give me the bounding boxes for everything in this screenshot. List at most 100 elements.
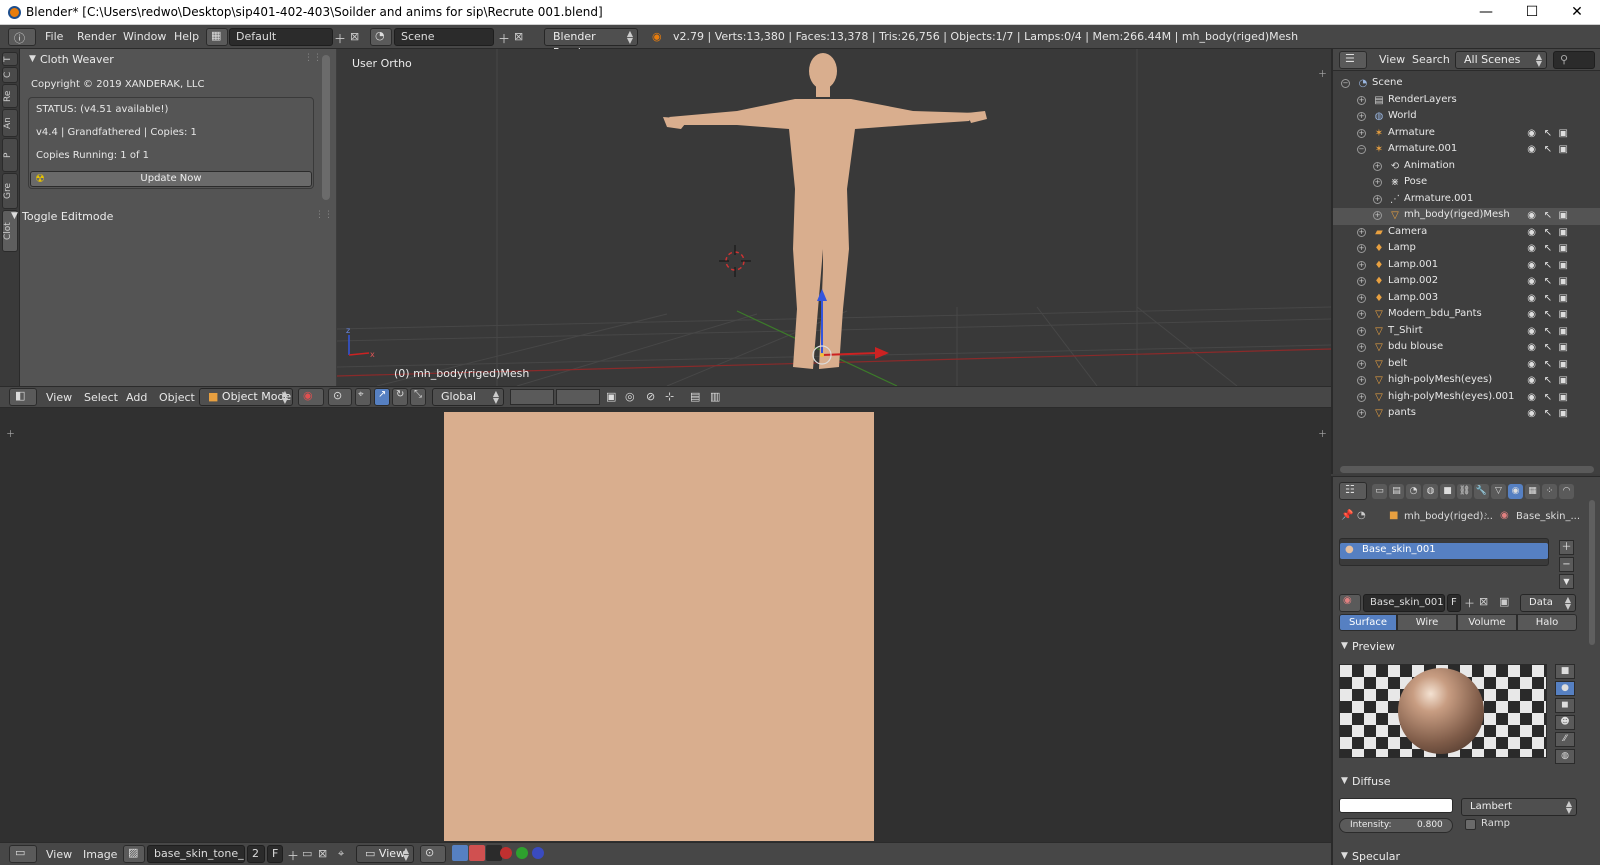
expand-toggle-icon[interactable]: + xyxy=(1357,112,1366,121)
editor-type-button[interactable]: ☷ xyxy=(1339,482,1367,500)
layout-remove-icon[interactable]: ⊠ xyxy=(350,30,359,43)
outliner-row[interactable]: + ♦ Lamp.001 ◉ ↖ ▣ xyxy=(1333,258,1600,275)
render-camera-icon[interactable]: ▣ xyxy=(1559,144,1568,155)
visibility-eye-icon[interactable]: ◉ xyxy=(1527,128,1536,139)
material-unlink-icon[interactable]: ⊠ xyxy=(1479,595,1488,608)
selectable-cursor-icon[interactable]: ↖ xyxy=(1544,342,1552,353)
object-tab-icon[interactable]: ■ xyxy=(1440,484,1455,499)
scale-toggle[interactable]: ⤡ xyxy=(410,388,426,406)
scene-browse-button[interactable]: ◔ xyxy=(370,28,392,46)
render-camera-icon[interactable]: ▣ xyxy=(1559,227,1568,238)
tab-volume[interactable]: Volume xyxy=(1457,614,1517,631)
outliner-row[interactable]: + ▽ T_Shirt ◉ ↖ ▣ xyxy=(1333,324,1600,341)
preview-cube-icon[interactable]: ◼ xyxy=(1555,698,1575,713)
material-fake-user[interactable]: F xyxy=(1447,594,1461,612)
menu-help[interactable]: Help xyxy=(174,30,199,43)
outliner-row[interactable]: + ▽ Modern_bdu_Pants ◉ ↖ ▣ xyxy=(1333,307,1600,324)
cloth-weaver-title[interactable]: Cloth Weaver xyxy=(40,53,114,66)
preview-flat-icon[interactable]: ■ xyxy=(1555,664,1575,679)
render-camera-icon[interactable]: ▣ xyxy=(1559,309,1568,320)
manipulator-toggle[interactable]: ⌖ xyxy=(355,388,371,406)
drag-handle-icon[interactable]: ⋮⋮ xyxy=(304,53,322,63)
blue-channel-icon[interactable] xyxy=(532,847,544,859)
collapse-triangle-icon[interactable]: ▼ xyxy=(1341,641,1348,651)
render-camera-icon[interactable]: ▣ xyxy=(1559,359,1568,370)
pin-icon[interactable]: 📌 xyxy=(1341,510,1353,521)
menu-render[interactable]: Render xyxy=(77,30,116,43)
tab-halo[interactable]: Halo xyxy=(1517,614,1577,631)
visibility-eye-icon[interactable]: ◉ xyxy=(1527,359,1536,370)
material-tab-icon[interactable]: ◉ xyxy=(1508,484,1523,499)
modifiers-tab-icon[interactable]: 🔧 xyxy=(1474,484,1489,499)
menu-add[interactable]: Add xyxy=(126,391,147,404)
outliner-row[interactable]: + ⋇ Pose xyxy=(1333,175,1600,192)
tool-panel-scrollbar[interactable] xyxy=(322,55,330,200)
selectable-cursor-icon[interactable]: ↖ xyxy=(1544,144,1552,155)
viewport-shading-button[interactable]: ◉ xyxy=(298,388,324,406)
visibility-eye-icon[interactable]: ◉ xyxy=(1527,293,1536,304)
selectable-cursor-icon[interactable]: ↖ xyxy=(1544,375,1552,386)
selectable-cursor-icon[interactable]: ↖ xyxy=(1544,243,1552,254)
expand-toggle-icon[interactable]: + xyxy=(1357,228,1366,237)
image-browse-button[interactable]: ▨ xyxy=(123,845,145,863)
render-camera-icon[interactable]: ▣ xyxy=(1559,326,1568,337)
physics-tab-icon[interactable]: ◠ xyxy=(1559,484,1574,499)
expand-toggle-icon[interactable]: + xyxy=(1357,294,1366,303)
diffuse-color-swatch[interactable] xyxy=(1339,798,1453,813)
render-camera-icon[interactable]: ▣ xyxy=(1559,243,1568,254)
menu-file[interactable]: File xyxy=(45,30,63,43)
render-camera-icon[interactable]: ▣ xyxy=(1559,342,1568,353)
snap-icon[interactable]: ⊘ xyxy=(646,390,655,403)
expand-toggle-icon[interactable]: + xyxy=(1357,409,1366,418)
visibility-eye-icon[interactable]: ◉ xyxy=(1527,144,1536,155)
pivot-point-button[interactable]: ⊙ xyxy=(328,388,352,406)
preview-sphere-icon[interactable]: ● xyxy=(1555,681,1575,696)
render-engine-dropdown[interactable]: Blender Render ▲▼ xyxy=(544,28,638,59)
collapse-triangle-icon[interactable]: ▼ xyxy=(29,54,36,64)
selectable-cursor-icon[interactable]: ↖ xyxy=(1544,128,1552,139)
visibility-eye-icon[interactable]: ◉ xyxy=(1527,309,1536,320)
material-browse-button[interactable]: ◉ xyxy=(1339,594,1361,612)
image-name-field[interactable]: base_skin_tone_00... xyxy=(147,845,245,863)
render-camera-icon[interactable]: ▣ xyxy=(1559,392,1568,403)
menu-select[interactable]: Select xyxy=(84,391,118,404)
render-layers-tab-icon[interactable]: ▤ xyxy=(1389,484,1404,499)
expand-toggle-icon[interactable]: − xyxy=(1357,145,1366,154)
outliner-row[interactable]: + ▽ belt ◉ ↖ ▣ xyxy=(1333,357,1600,374)
visibility-eye-icon[interactable]: ◉ xyxy=(1527,326,1536,337)
tab-grease-pencil[interactable]: Gre xyxy=(2,173,18,209)
outliner-row[interactable]: + ♦ Lamp.002 ◉ ↖ ▣ xyxy=(1333,274,1600,291)
expand-toggle-icon[interactable]: + xyxy=(1357,393,1366,402)
render-animation-icon[interactable]: ▥ xyxy=(710,390,720,403)
selectable-cursor-icon[interactable]: ↖ xyxy=(1544,309,1552,320)
render-camera-icon[interactable]: ▣ xyxy=(1559,128,1568,139)
preview-hair-icon[interactable]: ⁄⁄ xyxy=(1555,732,1575,747)
expand-toggle-icon[interactable]: + xyxy=(1357,129,1366,138)
scene-tab-icon[interactable]: ◔ xyxy=(1406,484,1421,499)
layout-add-icon[interactable]: ＋ xyxy=(334,30,346,47)
draw-rgb-button[interactable] xyxy=(452,845,468,861)
expand-toggle-icon[interactable]: + xyxy=(1357,327,1366,336)
outliner-row[interactable]: − ✶ Armature.001 ◉ ↖ ▣ xyxy=(1333,142,1600,159)
translate-toggle[interactable]: ↗ xyxy=(374,388,390,406)
render-tab-icon[interactable]: ▭ xyxy=(1372,484,1387,499)
orientation-dropdown[interactable]: Global ▲ ▼ xyxy=(432,388,504,406)
collapse-triangle-icon[interactable]: ▼ xyxy=(11,211,18,221)
visibility-eye-icon[interactable]: ◉ xyxy=(1527,227,1536,238)
link-dropdown[interactable]: Data ▲ ▼ xyxy=(1520,594,1576,612)
outliner-row[interactable]: + ▤ RenderLayers xyxy=(1333,93,1600,110)
pivot-point-button[interactable]: ⊙ xyxy=(420,845,446,863)
diffuse-panel-title[interactable]: Diffuse xyxy=(1352,775,1391,788)
expand-toggle-icon[interactable]: + xyxy=(1357,343,1366,352)
selectable-cursor-icon[interactable]: ↖ xyxy=(1544,326,1552,337)
properties-scrollbar[interactable] xyxy=(1589,500,1595,645)
editor-type-button[interactable]: ◧ xyxy=(9,388,37,406)
visibility-eye-icon[interactable]: ◉ xyxy=(1527,276,1536,287)
tab-surface[interactable]: Surface xyxy=(1339,614,1397,631)
add-toolshelf-icon[interactable]: ＋ xyxy=(6,427,15,440)
3d-cursor[interactable] xyxy=(719,245,751,277)
close-button[interactable]: ✕ xyxy=(1554,0,1600,25)
expand-toggle-icon[interactable]: + xyxy=(1357,261,1366,270)
tab-physics[interactable]: P xyxy=(2,138,18,172)
constraints-tab-icon[interactable]: ⛓ xyxy=(1457,484,1472,499)
